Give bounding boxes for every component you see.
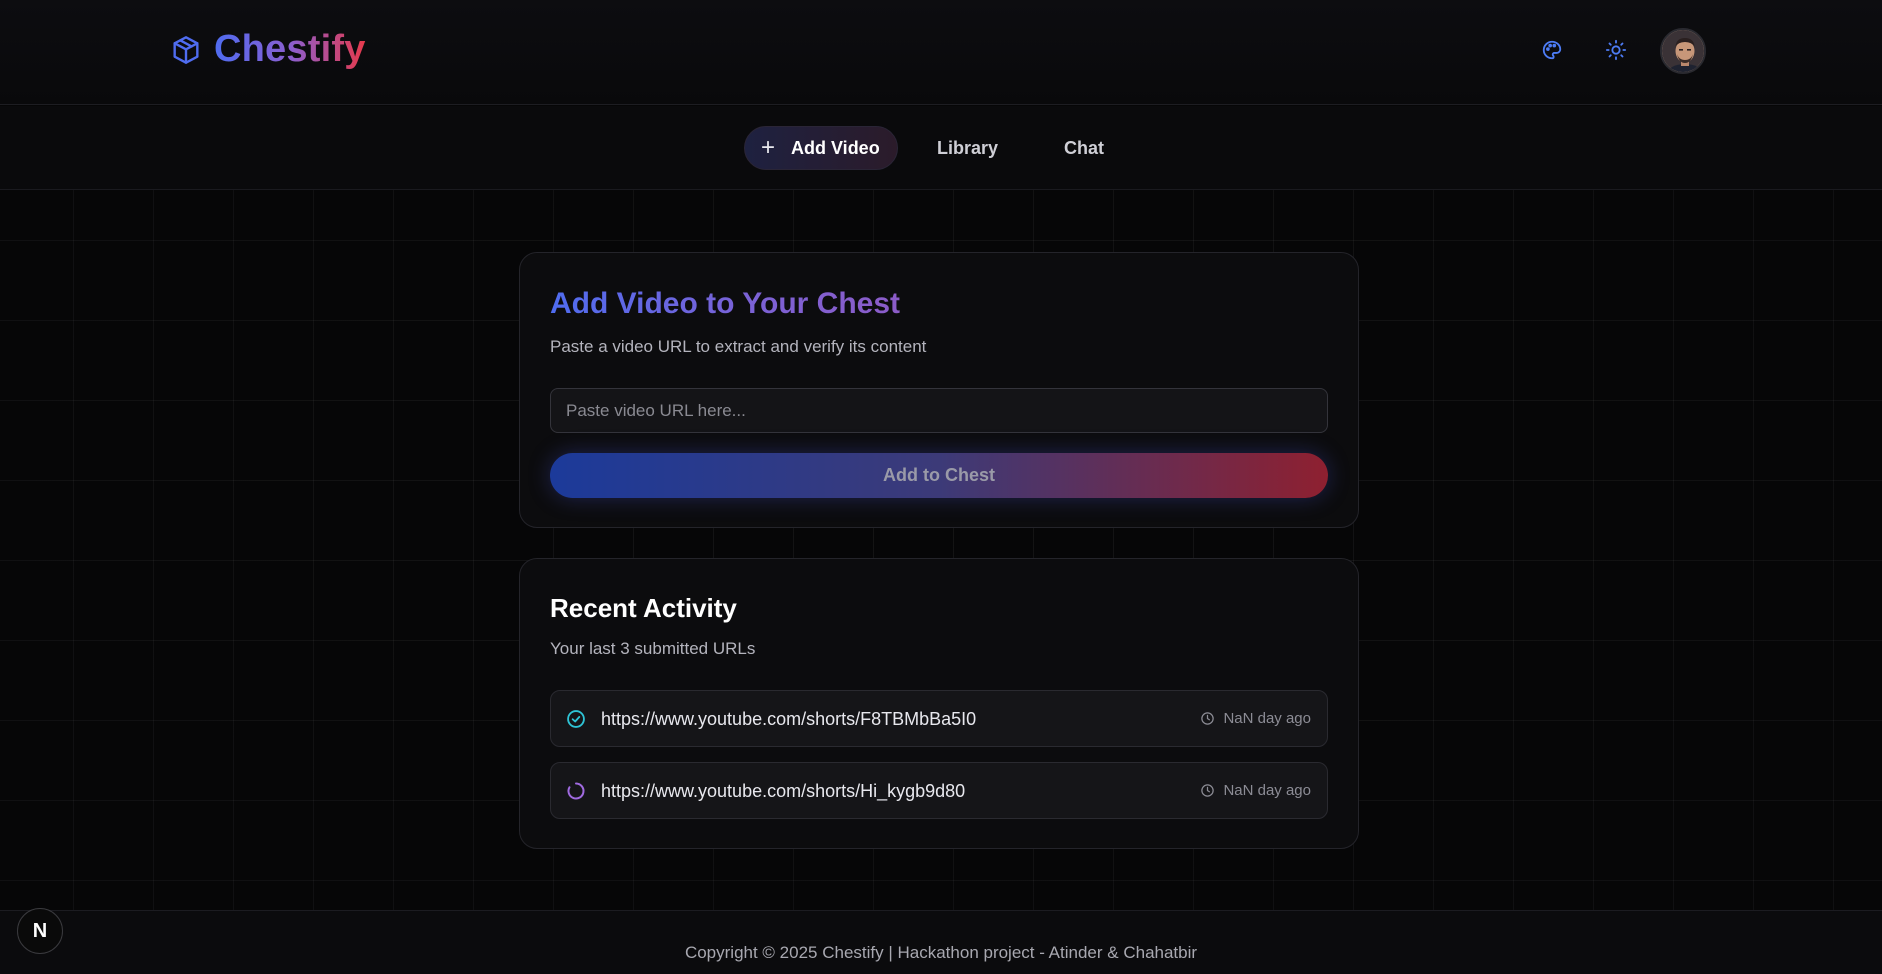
avatar-portrait <box>1662 30 1704 72</box>
add-to-chest-button[interactable]: Add to Chest <box>550 453 1328 498</box>
brand-name: Chestify <box>214 28 366 70</box>
video-url-input[interactable] <box>550 388 1328 433</box>
tab-add-video[interactable]: + Add Video <box>744 126 898 170</box>
palette-icon <box>1542 40 1562 60</box>
tab-chat[interactable]: Chat <box>1064 126 1104 170</box>
activity-time: NaN day ago <box>1200 710 1311 727</box>
recent-activity-card: Recent Activity Your last 3 submitted UR… <box>519 558 1359 849</box>
activity-time-text: NaN day ago <box>1223 782 1311 799</box>
recent-activity-subtitle: Your last 3 submitted URLs <box>550 639 756 658</box>
activity-url: https://www.youtube.com/shorts/Hi_kygb9d… <box>601 781 966 801</box>
main-tabs: + Add Video Library Chat <box>0 106 1882 190</box>
activity-item[interactable]: https://www.youtube.com/shorts/Hi_kygb9d… <box>550 762 1328 819</box>
user-avatar[interactable] <box>1660 28 1706 74</box>
clock-icon <box>1201 712 1215 725</box>
add-video-card: Add Video to Your Chest Paste a video UR… <box>519 252 1359 528</box>
page-footer: Copyright © 2025 Chestify | Hackathon pr… <box>0 910 1882 974</box>
top-header: Chestify <box>0 0 1882 105</box>
copyright-text: Copyright © 2025 Chestify | Hackathon pr… <box>684 943 1198 962</box>
tab-label: Add Video <box>791 137 880 158</box>
recent-activity-title: Recent Activity <box>550 593 737 623</box>
tab-label: Chat <box>1064 137 1104 158</box>
sun-icon <box>1605 39 1627 61</box>
check-circle-icon <box>567 710 585 728</box>
activity-item[interactable]: https://www.youtube.com/shorts/F8TBMbBa5… <box>550 690 1328 747</box>
theme-palette-button[interactable] <box>1536 34 1568 66</box>
brand-logo[interactable]: Chestify <box>170 28 366 71</box>
activity-time-text: NaN day ago <box>1223 710 1311 727</box>
tab-label: Library <box>937 137 999 158</box>
add-video-title: Add Video to Your Chest <box>550 287 901 320</box>
tab-library[interactable]: Library <box>937 126 998 170</box>
activity-time: NaN day ago <box>1200 782 1311 799</box>
plus-icon: + <box>761 134 776 161</box>
nextjs-dev-badge[interactable]: N <box>17 908 63 954</box>
loading-spinner-icon <box>567 782 585 800</box>
theme-toggle-button[interactable] <box>1600 34 1632 66</box>
activity-url: https://www.youtube.com/shorts/F8TBMbBa5… <box>601 709 977 729</box>
package-cube-icon <box>173 35 199 64</box>
add-video-subtitle: Paste a video URL to extract and verify … <box>550 337 927 356</box>
clock-icon <box>1201 784 1215 797</box>
